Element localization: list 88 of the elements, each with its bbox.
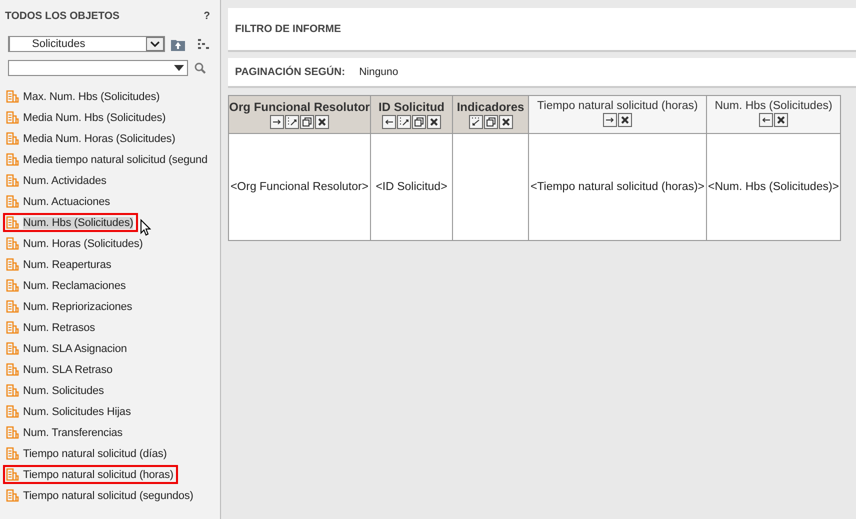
- search-icon[interactable]: [194, 62, 206, 74]
- close-icon: [316, 116, 328, 128]
- window-button[interactable]: [484, 115, 498, 129]
- pagination-label: PAGINACIÓN SEGÚN:: [235, 66, 346, 78]
- panel-title: TODOS LOS OBJETOS: [5, 10, 120, 22]
- windows-icon: [413, 116, 425, 128]
- windows-icon: [301, 116, 313, 128]
- close-icon: [775, 114, 787, 126]
- list-item[interactable]: Num. Actividades: [23, 174, 106, 186]
- column-title: Tiempo natural solicitud (horas): [537, 100, 698, 112]
- column-title: Num. Hbs (Solicitudes): [714, 100, 832, 112]
- close-button[interactable]: [315, 115, 329, 129]
- list-item[interactable]: Tiempo natural solicitud (horas): [23, 468, 174, 480]
- metric-icon: [6, 447, 19, 460]
- pivot-button[interactable]: [468, 115, 482, 129]
- list-item[interactable]: Tiempo natural solicitud (días): [23, 448, 167, 460]
- metric-icon: [6, 468, 19, 481]
- metric-icon: [6, 111, 19, 124]
- move-right-button[interactable]: [270, 115, 284, 129]
- chevron-down-icon: [150, 40, 160, 48]
- metric-icon: [6, 300, 19, 313]
- list-item[interactable]: Num. Reclamaciones: [23, 280, 126, 292]
- caret-icon: [174, 65, 184, 71]
- metric-icon: [6, 363, 19, 376]
- close-icon: [619, 114, 631, 126]
- list-item[interactable]: Num. SLA Asignacion: [23, 342, 127, 354]
- metric-icon: [6, 216, 19, 229]
- pivot-button[interactable]: [397, 115, 411, 129]
- list-item[interactable]: Num. Solicitudes Hijas: [23, 406, 131, 418]
- column-title: Org Funcional Resolutor: [229, 100, 370, 114]
- list-item[interactable]: Max. Num. Hbs (Solicitudes): [23, 90, 160, 102]
- pivot-icon: [470, 116, 482, 128]
- cursor-icon: [140, 219, 152, 236]
- metric-icon: [6, 405, 19, 418]
- list-item[interactable]: Media Num. Horas (Solicitudes): [23, 132, 176, 144]
- move-left-button[interactable]: [382, 115, 396, 129]
- close-icon: [428, 116, 440, 128]
- pivot-button[interactable]: [285, 115, 299, 129]
- pagination-value: Ninguno: [359, 66, 398, 78]
- metric-icon: [6, 384, 19, 397]
- window-button[interactable]: [412, 115, 426, 129]
- panel-title: FILTRO DE INFORME: [235, 23, 341, 35]
- list-item[interactable]: Tiempo natural solicitud (segundos): [23, 490, 194, 502]
- metric-icon: [6, 279, 19, 292]
- folder-up-icon[interactable]: [171, 38, 185, 50]
- windows-icon: [484, 116, 496, 128]
- close-button[interactable]: [618, 113, 632, 127]
- metric-icon: [6, 237, 19, 250]
- list-item[interactable]: Num. Horas (Solicitudes): [23, 238, 143, 250]
- list-item[interactable]: Num. Reaperturas: [23, 258, 112, 270]
- metric-icon: [6, 174, 19, 187]
- column-title: ID Solicitud: [378, 100, 444, 114]
- list-item[interactable]: Num. Transferencias: [23, 426, 123, 438]
- metric-icon: [6, 342, 19, 355]
- window-button[interactable]: [300, 115, 314, 129]
- metric-icon: [6, 426, 19, 439]
- move-left-button[interactable]: [759, 113, 773, 127]
- metric-icon: [6, 153, 19, 166]
- tree-icon[interactable]: [197, 38, 210, 50]
- help-link[interactable]: ?: [204, 10, 210, 22]
- close-icon: [500, 116, 512, 128]
- cell-text: <ID Solicitud>: [376, 181, 448, 193]
- cell-text: <Num. Hbs (Solicitudes)>: [708, 181, 840, 193]
- list-item[interactable]: Num. Actuaciones: [23, 196, 110, 208]
- close-button[interactable]: [774, 113, 788, 127]
- pivot-icon: [398, 116, 410, 128]
- metric-icon: [6, 195, 19, 208]
- list-item[interactable]: Num. Solicitudes: [23, 384, 104, 396]
- list-item[interactable]: Num. Retrasos: [23, 322, 96, 334]
- metric-icon: [6, 321, 19, 334]
- list-item[interactable]: Num. Repriorizaciones: [23, 300, 132, 312]
- list-item[interactable]: Media tiempo natural solicitud (segund: [23, 154, 208, 166]
- cell-text: <Org Funcional Resolutor>: [230, 181, 369, 193]
- metric-icon: [6, 258, 19, 271]
- close-button[interactable]: [427, 115, 441, 129]
- move-right-button[interactable]: [603, 113, 617, 127]
- close-button[interactable]: [498, 115, 512, 129]
- list-item[interactable]: Num. SLA Retraso: [23, 364, 112, 376]
- metric-icon: [6, 489, 19, 502]
- column-title: Indicadores: [456, 100, 524, 114]
- metric-icon: [6, 90, 19, 103]
- pivot-icon: [286, 116, 298, 128]
- list-item[interactable]: Media Num. Hbs (Solicitudes): [23, 112, 166, 124]
- cell-text: <Tiempo natural solicitud (horas)>: [530, 181, 705, 193]
- search-field[interactable]: [8, 60, 188, 76]
- list-item[interactable]: Num. Hbs (Solicitudes): [23, 216, 134, 228]
- metric-icon: [6, 132, 19, 145]
- folder-select[interactable]: Solicitudes: [8, 36, 165, 52]
